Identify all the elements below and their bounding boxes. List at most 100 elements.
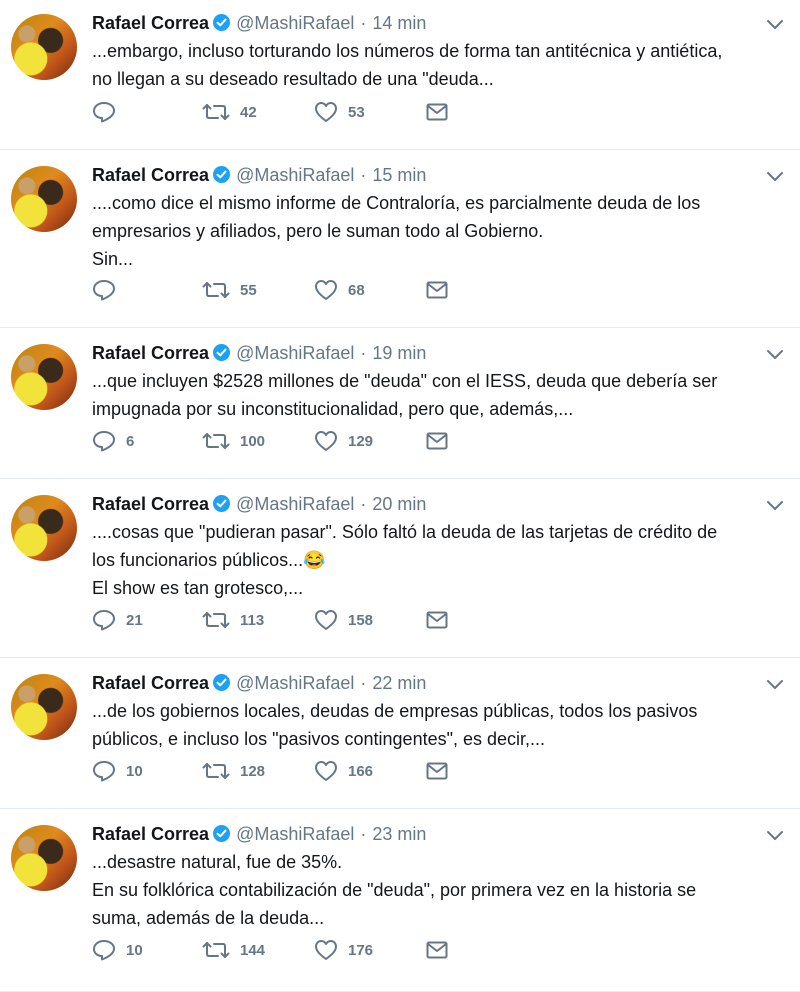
verified-badge-icon [213,495,231,512]
like-button[interactable]: 158 [314,609,373,631]
reply-button[interactable]: 21 [92,609,143,631]
avatar[interactable] [11,495,77,561]
direct-message-button[interactable] [426,941,448,959]
tweet-text: ...embargo, incluso torturando los númer… [92,37,770,93]
like-button[interactable]: 129 [314,430,373,452]
like-button[interactable]: 176 [314,939,373,961]
chevron-down-icon[interactable] [766,170,784,182]
verified-badge-icon [213,166,231,183]
retweet-button[interactable]: 100 [202,430,265,452]
tweet-timestamp[interactable]: 14 min [372,13,426,34]
tweet-text-line: empresarios y afiliados, pero le suman t… [92,221,544,241]
tweet-text-line: Sin... [92,249,134,269]
direct-message-button[interactable] [426,103,448,121]
envelope-icon [426,281,448,299]
tweet-text: ...de los gobiernos locales, deudas de e… [92,697,770,753]
reply-button[interactable]: 10 [92,939,143,961]
direct-message-button[interactable] [426,611,448,629]
tweet-text-line: impugnada por su inconstitucionalidad, p… [92,399,574,419]
author-handle[interactable]: @MashiRafael [236,343,354,364]
heart-icon [314,101,338,123]
like-count: 68 [348,281,365,299]
tweet[interactable]: Rafael Correa @MashiRafael · 19 min ...q… [0,328,800,479]
tweet-text: ....como dice el mismo informe de Contra… [92,189,770,273]
reply-button[interactable]: 6 [92,430,134,452]
tweet-text-line: ....cosas que "pudieran pasar". Sólo fal… [92,522,718,542]
retweet-icon [202,609,230,631]
like-button[interactable]: 53 [314,101,365,123]
tweet-timeline: Rafael Correa @MashiRafael · 14 min ...e… [0,0,800,992]
retweet-button[interactable]: 144 [202,939,265,961]
author-name[interactable]: Rafael Correa [92,824,209,845]
direct-message-button[interactable] [426,762,448,780]
tweet[interactable]: Rafael Correa @MashiRafael · 15 min ....… [0,150,800,328]
retweet-button[interactable]: 113 [202,609,264,631]
retweet-icon [202,279,230,301]
avatar[interactable] [11,166,77,232]
tweet-header: Rafael Correa @MashiRafael · 22 min [92,672,770,694]
tweet[interactable]: Rafael Correa @MashiRafael · 20 min ....… [0,479,800,658]
author-handle[interactable]: @MashiRafael [236,494,354,515]
retweet-button[interactable]: 55 [202,279,257,301]
tweet[interactable]: Rafael Correa @MashiRafael · 22 min ...d… [0,658,800,809]
tweet-text-line: El show es tan grotesco,... [92,578,304,598]
verified-badge-icon [213,14,231,31]
chevron-down-icon[interactable] [766,678,784,690]
chevron-down-icon[interactable] [766,18,784,30]
author-handle[interactable]: @MashiRafael [236,13,354,34]
like-button[interactable]: 68 [314,279,365,301]
retweet-count: 55 [240,281,257,299]
tweet-timestamp[interactable]: 15 min [372,165,426,186]
retweet-icon [202,760,230,782]
avatar[interactable] [11,14,77,80]
author-name[interactable]: Rafael Correa [92,343,209,364]
reply-icon [92,609,116,631]
retweet-icon [202,430,230,452]
reply-button[interactable] [92,101,126,123]
tweet-header: Rafael Correa @MashiRafael · 19 min [92,342,770,364]
direct-message-button[interactable] [426,432,448,450]
retweet-button[interactable]: 42 [202,101,257,123]
reply-icon [92,430,116,452]
like-count: 129 [348,432,374,450]
tweet-timestamp[interactable]: 23 min [372,824,426,845]
avatar[interactable] [11,825,77,891]
tweet-timestamp[interactable]: 20 min [372,494,426,515]
retweet-button[interactable]: 128 [202,760,265,782]
tweet-text: ...desastre natural, fue de 35%. En su fo… [92,848,770,932]
author-name[interactable]: Rafael Correa [92,165,209,186]
reply-icon [92,760,116,782]
tweet-text-line: no llegan a su deseado resultado de una … [92,69,494,89]
like-count: 166 [348,762,374,780]
like-button[interactable]: 166 [314,760,373,782]
tweet[interactable]: Rafael Correa @MashiRafael · 23 min ...d… [0,809,800,992]
avatar[interactable] [11,674,77,740]
reply-icon [92,279,116,301]
avatar[interactable] [11,344,77,410]
tweet[interactable]: Rafael Correa @MashiRafael · 14 min ...e… [0,0,800,150]
author-name[interactable]: Rafael Correa [92,494,209,515]
chevron-down-icon[interactable] [766,829,784,841]
author-name[interactable]: Rafael Correa [92,673,209,694]
chevron-down-icon[interactable] [766,348,784,360]
tweet-text-line: ...embargo, incluso torturando los númer… [92,41,723,61]
envelope-icon [426,611,448,629]
author-handle[interactable]: @MashiRafael [236,673,354,694]
chevron-down-icon[interactable] [766,499,784,511]
author-name[interactable]: Rafael Correa [92,13,209,34]
author-handle[interactable]: @MashiRafael [236,824,354,845]
reply-button[interactable]: 10 [92,760,143,782]
direct-message-button[interactable] [426,281,448,299]
retweet-icon [202,101,230,123]
retweet-count: 100 [240,432,266,450]
tweet-header: Rafael Correa @MashiRafael · 20 min [92,493,770,515]
author-handle[interactable]: @MashiRafael [236,165,354,186]
tweet-timestamp[interactable]: 22 min [372,673,426,694]
tweet-timestamp[interactable]: 19 min [372,343,426,364]
separator-dot: · [360,13,367,33]
tweet-header: Rafael Correa @MashiRafael · 14 min [92,12,770,34]
reply-button[interactable] [92,279,126,301]
heart-icon [314,430,338,452]
tweet-text-line: los funcionarios públicos...😂 [92,550,326,570]
like-count: 53 [348,103,365,121]
